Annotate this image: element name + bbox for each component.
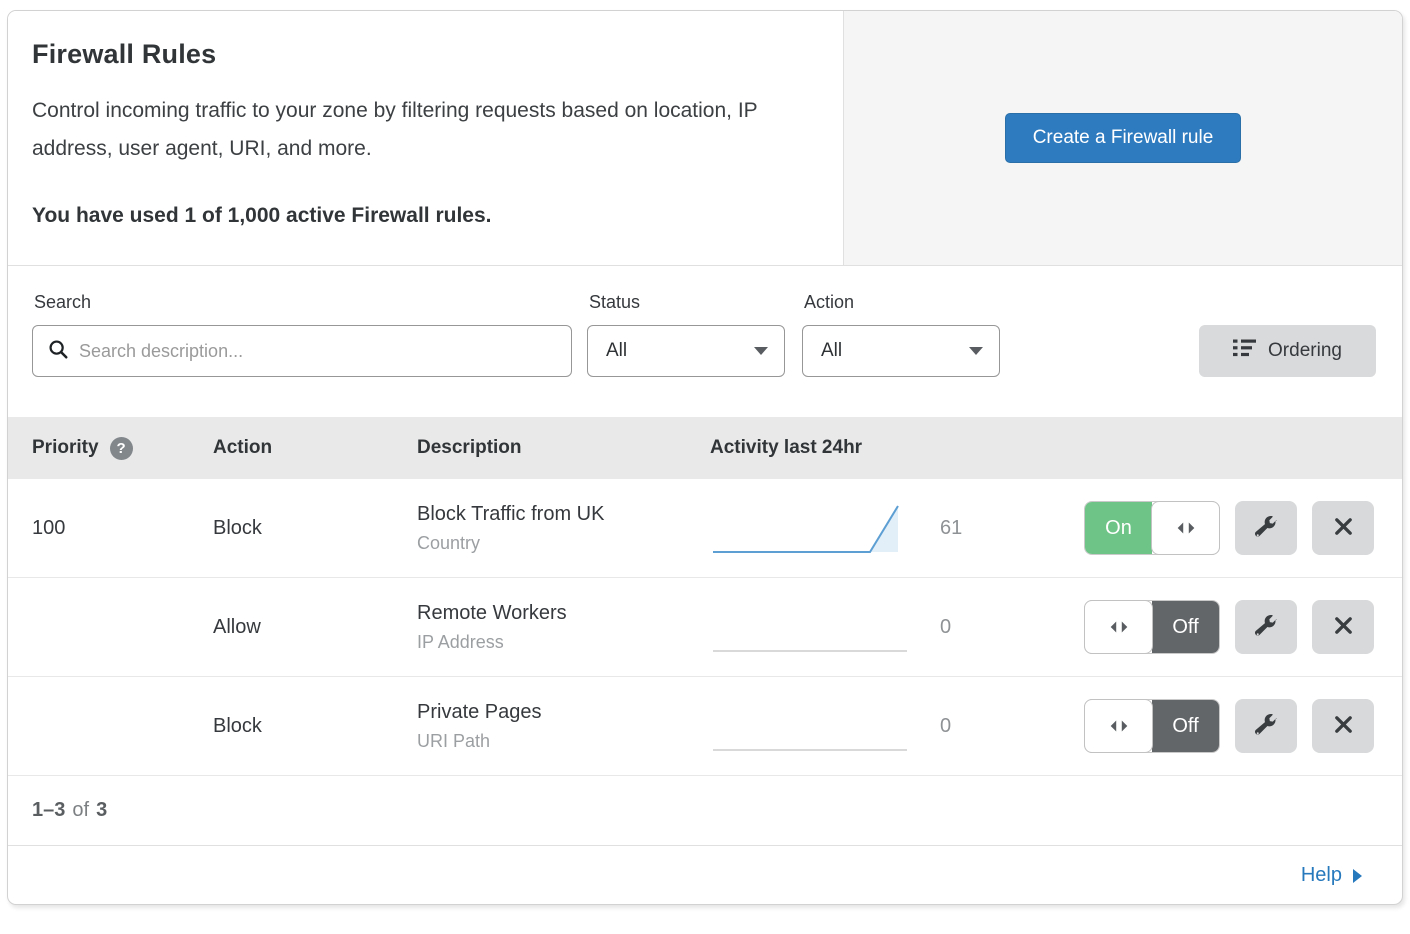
- action-label: Action: [804, 292, 1000, 313]
- table-row: Allow Remote Workers IP Address 0: [8, 578, 1402, 677]
- activity-count: 61: [940, 517, 962, 540]
- ordering-list-icon: [1233, 338, 1256, 364]
- header-action-panel: Create a Firewall rule: [843, 11, 1402, 265]
- wrench-icon: [1255, 516, 1277, 541]
- header-section: Firewall Rules Control incoming traffic …: [8, 11, 1402, 266]
- table-header: Priority ? Action Description Activity l…: [8, 417, 1402, 479]
- edit-rule-button[interactable]: [1235, 699, 1297, 753]
- toggle-off-label[interactable]: Off: [1152, 700, 1219, 752]
- pagination-row: 1–3 of 3: [8, 776, 1402, 846]
- header-text-area: Firewall Rules Control incoming traffic …: [8, 11, 843, 265]
- description-column-header: Description: [417, 437, 710, 459]
- rule-match-type: Country: [417, 533, 710, 554]
- priority-help-icon[interactable]: ?: [110, 437, 133, 460]
- delete-rule-button[interactable]: [1312, 501, 1374, 555]
- delete-rule-button[interactable]: [1312, 699, 1374, 753]
- help-row: Help: [8, 846, 1402, 904]
- priority-value: 100: [8, 517, 213, 540]
- toggle-off-label[interactable]: Off: [1152, 601, 1219, 653]
- rule-description: Private Pages: [417, 701, 710, 724]
- help-link-label: Help: [1301, 864, 1342, 887]
- table-body: 100 Block Block Traffic from UK Country …: [8, 479, 1402, 776]
- action-value: Block: [213, 517, 417, 540]
- priority-column-header: Priority: [32, 437, 99, 459]
- pagination-of-label: of: [72, 799, 89, 822]
- activity-sparkline: [710, 499, 910, 557]
- action-column-header: Action: [213, 437, 417, 459]
- search-input[interactable]: [79, 341, 557, 362]
- activity-sparkline: [710, 598, 910, 656]
- toggle-on-label[interactable]: On: [1085, 502, 1152, 554]
- edit-rule-button[interactable]: [1235, 501, 1297, 555]
- filter-section: Search Status All Action All: [8, 266, 1402, 417]
- table-row: 100 Block Block Traffic from UK Country …: [8, 479, 1402, 578]
- help-arrow-icon: [1353, 869, 1362, 883]
- edit-rule-button[interactable]: [1235, 600, 1297, 654]
- rule-description: Remote Workers: [417, 602, 710, 625]
- close-icon: [1332, 713, 1355, 739]
- rule-match-type: URI Path: [417, 731, 710, 752]
- pagination-range: 1–3: [32, 799, 65, 822]
- activity-sparkline: [710, 697, 910, 755]
- page-title: Firewall Rules: [32, 39, 811, 70]
- action-value: Block: [213, 715, 417, 738]
- close-icon: [1332, 515, 1355, 541]
- status-selected-value: All: [606, 340, 627, 362]
- action-select[interactable]: All: [802, 325, 1000, 377]
- activity-count: 0: [940, 616, 951, 639]
- toggle-handle-icon[interactable]: [1084, 699, 1153, 753]
- pagination-total: 3: [96, 799, 107, 822]
- help-link[interactable]: Help: [1301, 864, 1362, 887]
- firewall-rules-card: Firewall Rules Control incoming traffic …: [7, 10, 1403, 905]
- action-selected-value: All: [821, 340, 842, 362]
- chevron-down-icon: [754, 347, 768, 355]
- search-icon: [47, 338, 69, 365]
- wrench-icon: [1255, 615, 1277, 640]
- search-label: Search: [34, 292, 572, 313]
- activity-count: 0: [940, 715, 951, 738]
- status-label: Status: [589, 292, 785, 313]
- enable-toggle[interactable]: On: [1084, 501, 1220, 555]
- close-icon: [1332, 614, 1355, 640]
- ordering-button-label: Ordering: [1268, 340, 1342, 362]
- status-select[interactable]: All: [587, 325, 785, 377]
- rule-description: Block Traffic from UK: [417, 503, 710, 526]
- enable-toggle[interactable]: Off: [1084, 600, 1220, 654]
- rule-match-type: IP Address: [417, 632, 710, 653]
- action-value: Allow: [213, 616, 417, 639]
- toggle-handle-icon[interactable]: [1084, 600, 1153, 654]
- usage-note: You have used 1 of 1,000 active Firewall…: [32, 204, 811, 228]
- create-firewall-rule-button[interactable]: Create a Firewall rule: [1005, 113, 1242, 163]
- ordering-button[interactable]: Ordering: [1199, 325, 1376, 377]
- chevron-down-icon: [969, 347, 983, 355]
- toggle-handle-icon[interactable]: [1151, 501, 1220, 555]
- page-description: Control incoming traffic to your zone by…: [32, 92, 807, 168]
- search-box: [32, 325, 572, 377]
- activity-column-header: Activity last 24hr: [710, 437, 1084, 459]
- table-row: Block Private Pages URI Path 0: [8, 677, 1402, 776]
- enable-toggle[interactable]: Off: [1084, 699, 1220, 753]
- wrench-icon: [1255, 714, 1277, 739]
- delete-rule-button[interactable]: [1312, 600, 1374, 654]
